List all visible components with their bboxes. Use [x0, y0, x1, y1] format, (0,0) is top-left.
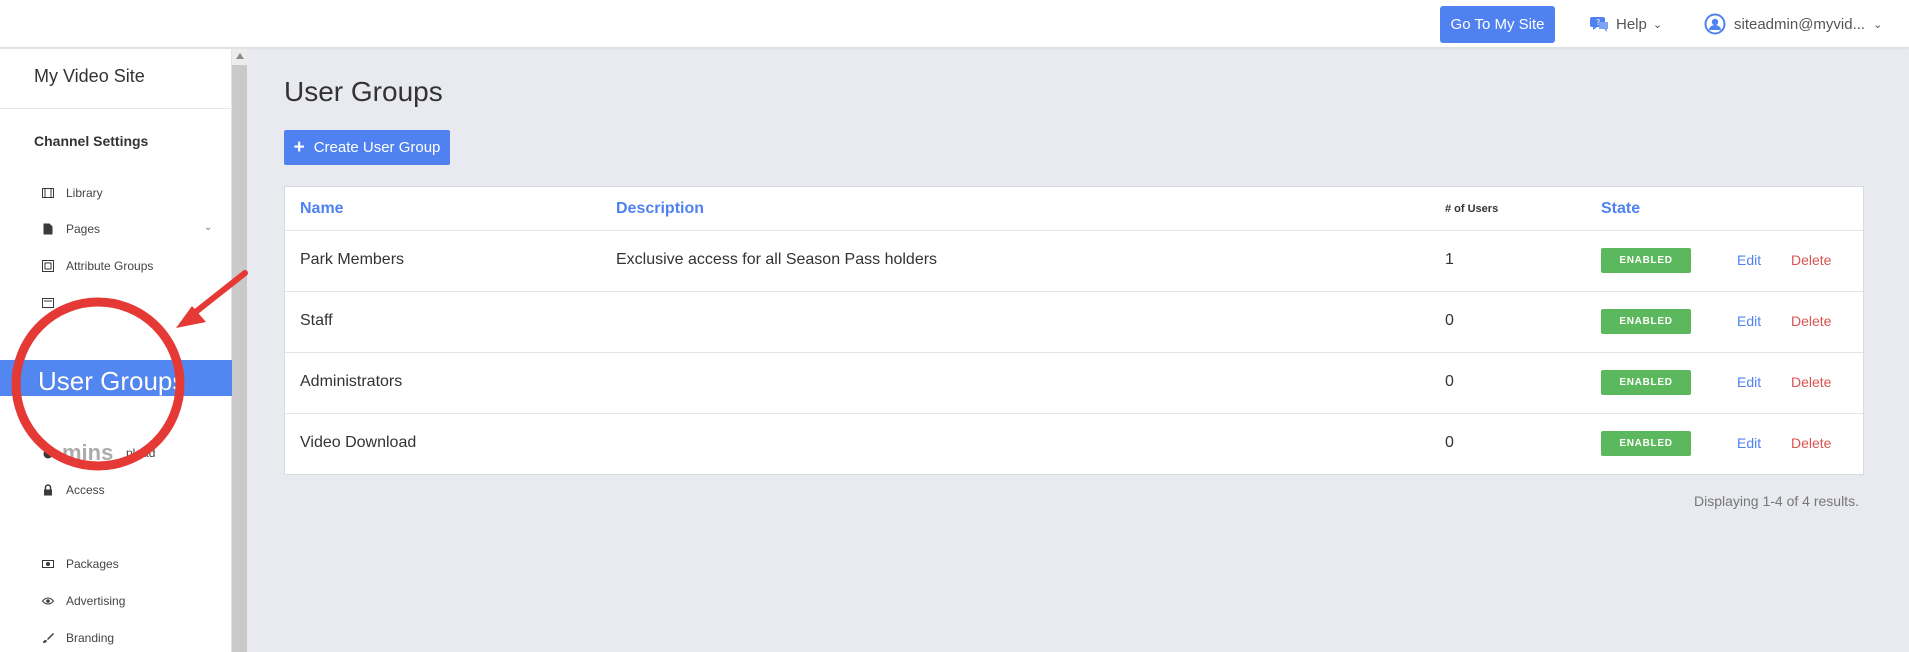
table-row: Administrators 0 ENABLED Edit Delete: [285, 353, 1863, 414]
sidebar-item-label: Pages: [66, 222, 101, 236]
column-header-description[interactable]: Description: [616, 200, 704, 218]
user-count: 0: [1445, 434, 1454, 451]
site-name[interactable]: My Video Site: [34, 66, 145, 87]
table-row: Staff 0 ENABLED Edit Delete: [285, 292, 1863, 353]
group-name: Park Members: [300, 251, 405, 268]
user-count: 1: [1445, 251, 1454, 268]
pagination-summary: Displaying 1-4 of 4 results.: [1694, 493, 1859, 509]
status-badge: ENABLED: [1601, 309, 1691, 334]
sidebar-item-attribute-groups[interactable]: Attribute Groups: [42, 256, 153, 276]
sidebar-item-label: Access: [66, 483, 105, 497]
user-groups-table: Name Description # of Users State Park M…: [284, 186, 1864, 475]
help-label: Help: [1616, 15, 1647, 33]
attribute-icon: [42, 260, 54, 272]
sidebar-item-label: Library: [66, 186, 103, 200]
go-to-my-site-button[interactable]: Go To My Site: [1440, 6, 1555, 43]
user-avatar-icon: [1704, 13, 1726, 35]
edit-link[interactable]: Edit: [1737, 252, 1761, 268]
sidebar-item-access[interactable]: Access: [42, 480, 105, 500]
user-menu[interactable]: siteadmin@myvid... ⌄: [1704, 12, 1882, 36]
sidebar-item-advertising[interactable]: Advertising: [42, 591, 125, 611]
sidebar-item-label: Branding: [66, 631, 115, 645]
film-icon: [42, 188, 54, 198]
status-badge: ENABLED: [1601, 370, 1691, 395]
svg-text:?: ?: [1596, 18, 1600, 27]
list-icon: [42, 298, 54, 308]
sidebar-item-label: Attribute Groups: [66, 259, 154, 273]
table-row: Park Members Exclusive access for all Se…: [285, 231, 1863, 292]
table-row: Video Download 0 ENABLED Edit Delete: [285, 414, 1863, 475]
edit-link[interactable]: Edit: [1737, 435, 1761, 451]
eye-icon: [42, 597, 54, 605]
group-description: Exclusive access for all Season Pass hol…: [616, 251, 938, 268]
group-name: Administrators: [300, 373, 403, 390]
sidebar-item-pages[interactable]: Pages: [42, 219, 100, 239]
divider: [0, 108, 232, 109]
chevron-down-icon: ⌄: [1652, 18, 1663, 31]
sidebar-item-list[interactable]: [42, 293, 66, 313]
edit-link[interactable]: Edit: [1737, 374, 1761, 390]
table-header: Name Description # of Users State: [285, 187, 1863, 231]
column-header-users: # of Users: [1445, 203, 1499, 215]
create-user-group-label: Create User Group: [313, 139, 441, 156]
sidebar-item-user-groups-label: User Groups: [38, 366, 186, 396]
sidebar-item-branding[interactable]: Branding: [42, 628, 114, 648]
top-bar: Go To My Site ? Help ⌄ siteadmin@myvid..…: [0, 0, 1909, 48]
create-user-group-button[interactable]: + Create User Group: [284, 130, 450, 165]
user-email: siteadmin@myvid...: [1734, 15, 1866, 33]
upload-icon: [43, 449, 53, 459]
sidebar-item-library[interactable]: Library: [42, 183, 103, 203]
delete-link[interactable]: Delete: [1791, 435, 1831, 451]
column-header-name[interactable]: Name: [300, 200, 344, 218]
sidebar-item-label: pload: [126, 446, 156, 460]
help-menu[interactable]: ? Help ⌄: [1590, 12, 1662, 36]
help-chat-icon: ?: [1590, 17, 1608, 32]
edit-link[interactable]: Edit: [1737, 313, 1761, 329]
group-name: Video Download: [300, 434, 417, 451]
sidebar-item-packages[interactable]: Packages: [42, 554, 119, 574]
chevron-down-icon: ⌄: [1873, 18, 1883, 31]
status-badge: ENABLED: [1601, 431, 1691, 456]
lock-icon: [44, 484, 52, 496]
status-badge: ENABLED: [1601, 248, 1691, 273]
delete-link[interactable]: Delete: [1791, 313, 1831, 329]
plus-icon: +: [293, 137, 305, 158]
sidebar-scrollbar[interactable]: [232, 49, 247, 652]
scroll-up-arrow-icon: [236, 53, 244, 59]
chevron-down-icon[interactable]: ⌄: [204, 222, 212, 233]
magnified-ghost-text: mins: [62, 440, 114, 465]
sidebar-item-label: Advertising: [66, 594, 126, 608]
page-icon: [43, 223, 53, 235]
brush-icon: [43, 633, 54, 643]
column-header-state[interactable]: State: [1601, 200, 1640, 218]
sidebar-item-label: Packages: [66, 557, 119, 571]
delete-link[interactable]: Delete: [1791, 374, 1831, 390]
group-name: Staff: [300, 312, 333, 329]
delete-link[interactable]: Delete: [1791, 252, 1831, 268]
package-icon: [42, 560, 54, 568]
user-count: 0: [1445, 373, 1454, 390]
section-heading: Channel Settings: [34, 133, 149, 149]
page-title: User Groups: [284, 76, 443, 107]
user-count: 0: [1445, 312, 1454, 329]
